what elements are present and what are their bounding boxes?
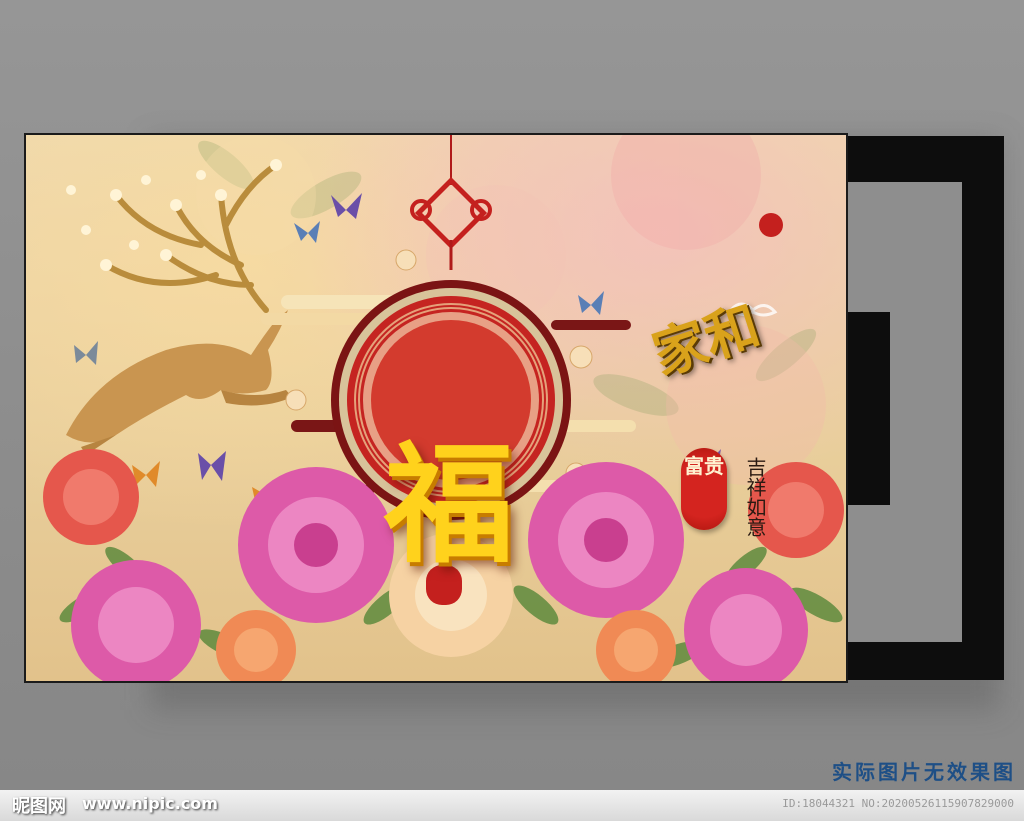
fu-character: 福 — [384, 428, 515, 581]
black-side-frame — [846, 312, 890, 505]
watermark-id: ID:18044321 NO:20200526115907829000 — [782, 797, 1014, 810]
back-frame-opening-top — [846, 182, 962, 312]
red-seal — [759, 213, 783, 237]
painting-artwork — [43, 135, 844, 681]
watermark-url: www.nipic.com — [82, 794, 218, 813]
watermark-logo: 昵图网 — [12, 796, 66, 817]
fugui-seal: 富贵 — [681, 448, 727, 530]
back-frame-opening-bottom — [846, 505, 962, 642]
wall-painting: 福 家和 富贵 吉祥如意 — [24, 133, 848, 683]
effect-caption: 实际图片无效果图 — [832, 760, 1016, 784]
jixiang-ruyi-text: 吉祥如意 — [743, 457, 767, 537]
